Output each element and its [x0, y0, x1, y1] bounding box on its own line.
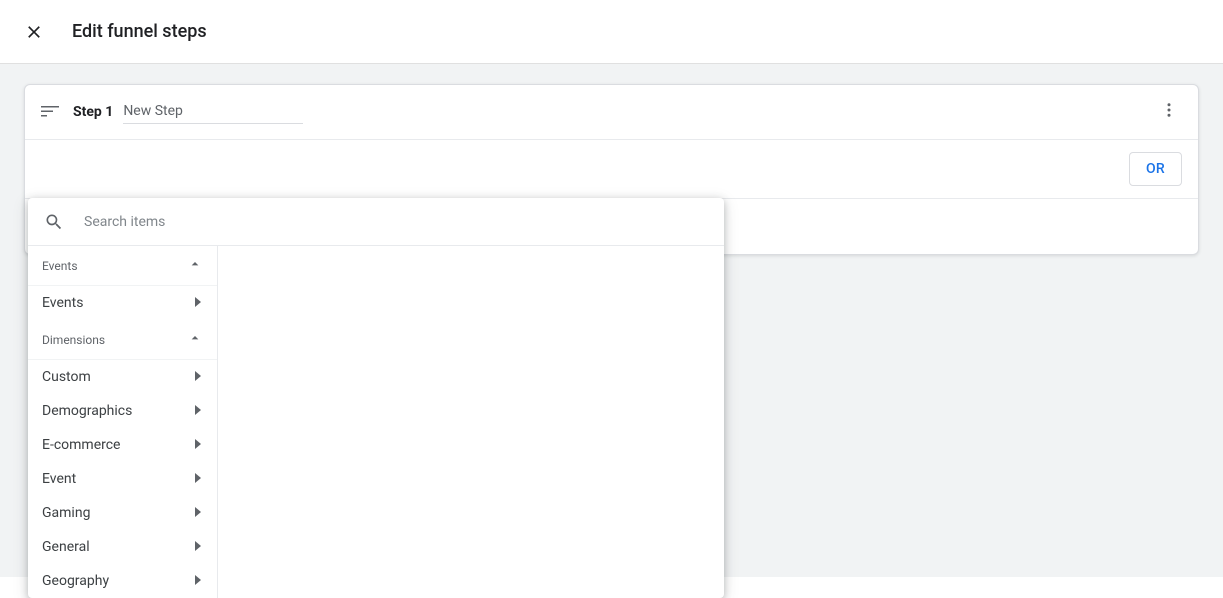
category-label: Events [42, 295, 83, 311]
step-body: OR [25, 140, 1198, 198]
or-button[interactable]: OR [1129, 152, 1182, 186]
section-label: Dimensions [42, 333, 105, 347]
sort-icon[interactable] [41, 106, 59, 118]
category-label: Demographics [42, 403, 132, 419]
step-name-input[interactable] [123, 101, 303, 124]
more-vert-icon[interactable] [1156, 97, 1182, 127]
category-label: Geography [42, 573, 109, 589]
search-icon [44, 212, 64, 232]
dialog-title: Edit funnel steps [72, 21, 207, 42]
chevron-right-icon [193, 505, 203, 521]
chevron-right-icon [193, 471, 203, 487]
chevron-up-icon [187, 330, 203, 349]
search-row [28, 198, 724, 246]
chevron-right-icon [193, 403, 203, 419]
category-item-custom[interactable]: Custom [28, 360, 217, 394]
content-area: Step 1 OR Events Events [0, 64, 1223, 577]
chevron-up-icon [187, 256, 203, 275]
category-label: General [42, 539, 90, 555]
chevron-right-icon [193, 437, 203, 453]
chevron-right-icon [193, 573, 203, 589]
category-label: Custom [42, 369, 91, 385]
dialog-header: Edit funnel steps [0, 0, 1223, 64]
chevron-right-icon [193, 369, 203, 385]
category-label: Gaming [42, 505, 90, 521]
category-list[interactable]: Events Events Dimensions Custom [28, 246, 218, 598]
category-item-events[interactable]: Events [28, 286, 217, 320]
chevron-right-icon [193, 295, 203, 311]
close-icon[interactable] [24, 22, 44, 42]
chevron-right-icon [193, 539, 203, 555]
search-input[interactable] [84, 214, 708, 230]
step-number-label: Step 1 [73, 104, 113, 120]
category-item-gaming[interactable]: Gaming [28, 496, 217, 530]
category-item-ecommerce[interactable]: E-commerce [28, 428, 217, 462]
category-item-demographics[interactable]: Demographics [28, 394, 217, 428]
step-header: Step 1 [25, 85, 1198, 140]
category-item-event[interactable]: Event [28, 462, 217, 496]
item-picker-panel: Events Events Dimensions Custom [28, 198, 724, 598]
section-header-events[interactable]: Events [28, 246, 217, 286]
category-label: E-commerce [42, 437, 120, 453]
category-item-geography[interactable]: Geography [28, 564, 217, 598]
section-header-dimensions[interactable]: Dimensions [28, 320, 217, 360]
category-label: Event [42, 471, 76, 487]
category-item-general[interactable]: General [28, 530, 217, 564]
section-label: Events [42, 259, 78, 273]
